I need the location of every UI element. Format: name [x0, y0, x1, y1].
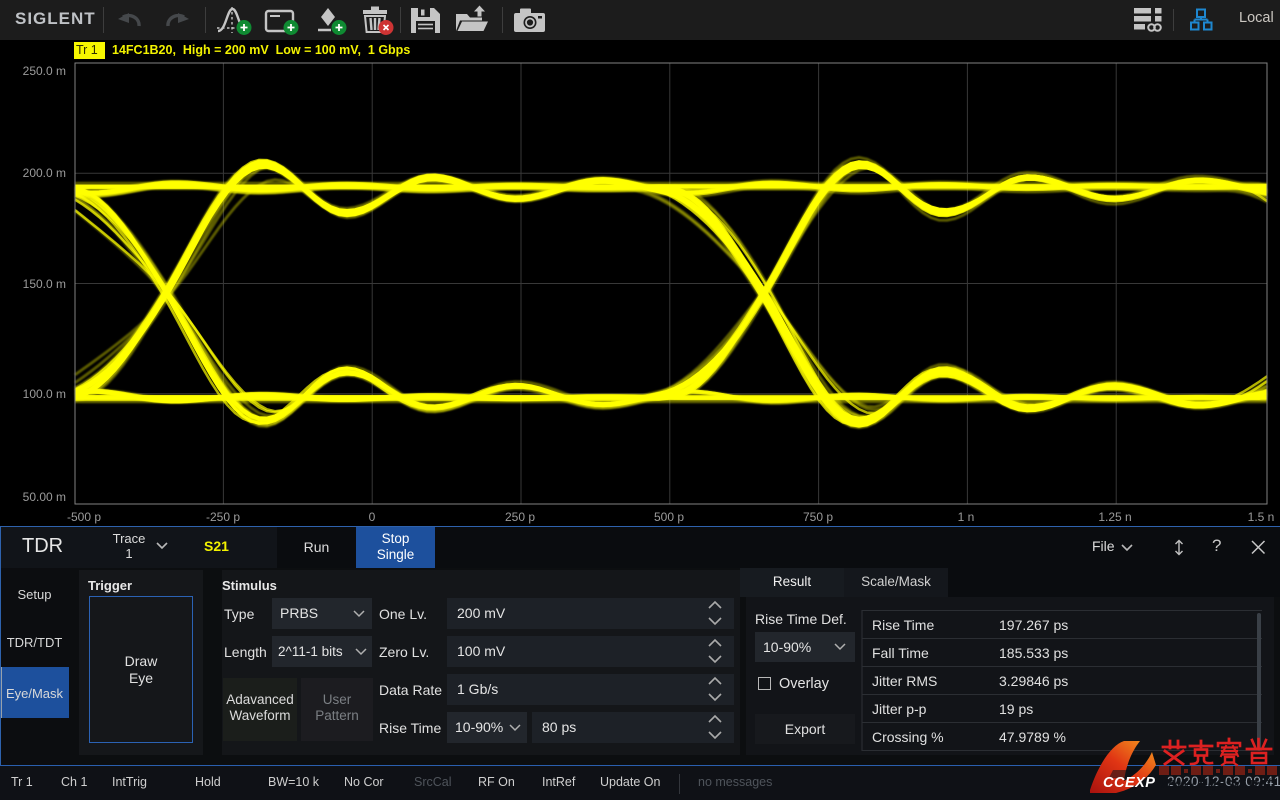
svg-text:CCEXP: CCEXP — [1103, 775, 1155, 791]
svg-text:www.hqcsw.net: www.hqcsw.net — [1160, 775, 1272, 792]
